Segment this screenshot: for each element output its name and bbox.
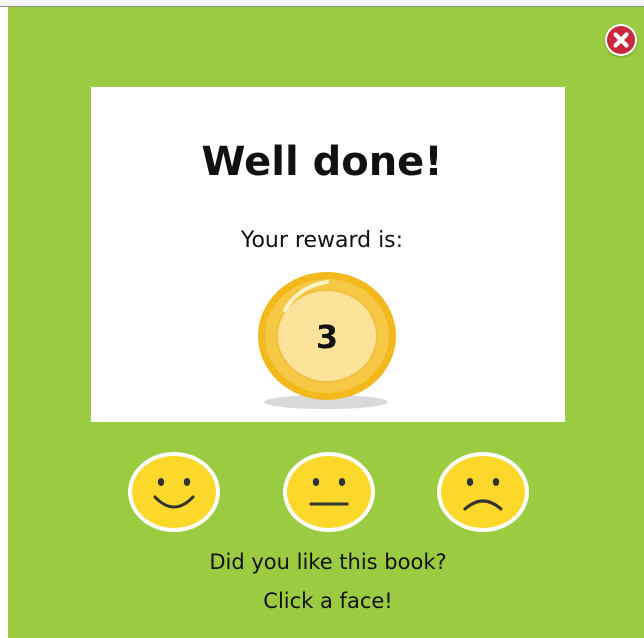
app-window: Well done! Your reward is: 3 Did you lik… xyxy=(0,0,644,638)
happy-face-icon[interactable] xyxy=(127,451,221,533)
feedback-question: Did you like this book? xyxy=(209,550,447,574)
feedback-instruction: Click a face! xyxy=(263,589,393,613)
reward-label: Your reward is: xyxy=(240,228,404,253)
reward-value: 3 xyxy=(315,318,339,356)
sad-face-icon[interactable] xyxy=(436,451,530,533)
page-title: Well done! xyxy=(201,139,443,185)
top-border xyxy=(0,0,644,7)
close-icon xyxy=(607,26,635,54)
close-button[interactable] xyxy=(605,24,637,56)
neutral-face-icon[interactable] xyxy=(282,451,376,533)
